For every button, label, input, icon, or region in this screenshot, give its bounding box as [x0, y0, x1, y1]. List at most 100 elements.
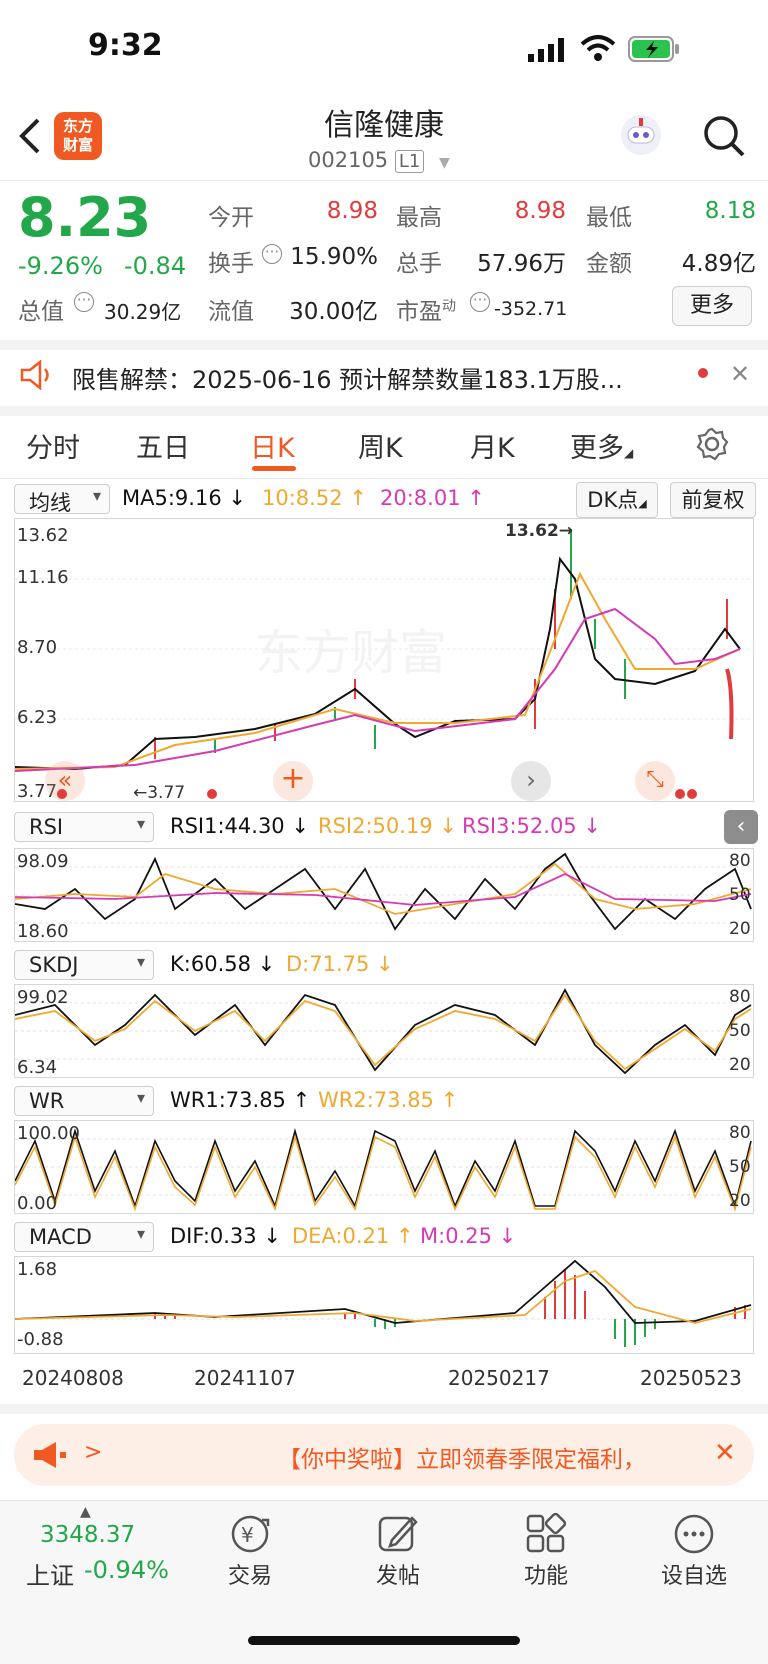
wr-ref-50: 50	[729, 1157, 751, 1177]
volume-label: 总手	[396, 251, 442, 277]
collapse-panel-icon[interactable]: ‹	[724, 810, 758, 844]
adjust-button[interactable]: 前复权	[670, 482, 756, 518]
signal-icon	[528, 38, 568, 66]
stock-code[interactable]: 002105 L1 ▼	[308, 148, 450, 173]
speaker-icon	[18, 359, 54, 394]
search-icon[interactable]	[702, 114, 746, 162]
chevron-right-icon: >	[84, 1440, 103, 1465]
trade-icon[interactable]: ¥	[228, 1512, 272, 1556]
tab-weekly-k[interactable]: 周K	[358, 426, 403, 465]
nav-add-watch[interactable]: 设自选	[644, 1558, 744, 1590]
amount-value: 4.89亿	[681, 251, 756, 277]
skdj-k-value: K:60.58 ↓	[170, 952, 276, 976]
skdj-axis-bottom: 6.34	[17, 1057, 58, 1078]
info-dots-icon[interactable]: ···	[74, 292, 94, 312]
turnover-label: 换手	[208, 251, 254, 277]
skdj-select[interactable]: SKDJ	[14, 950, 154, 980]
nav-trade[interactable]: 交易	[200, 1558, 300, 1590]
tab-timeshare[interactable]: 分时	[26, 426, 80, 465]
tab-daily-k[interactable]: 日K	[250, 426, 295, 465]
settings-gear-icon[interactable]	[694, 426, 730, 466]
low-label: 最低	[586, 205, 632, 231]
caret-up-icon: ▲	[80, 1504, 91, 1520]
ma-select[interactable]: 均线	[14, 484, 110, 515]
date-label: 20241107	[194, 1366, 296, 1390]
rsi-ref-20: 20	[729, 919, 751, 939]
low-value: 8.18	[704, 198, 756, 224]
more-dots-icon[interactable]	[672, 1512, 716, 1556]
wr-ref-80: 80	[729, 1123, 751, 1143]
wr-ref-20: 20	[729, 1191, 751, 1211]
close-icon[interactable]: ✕	[730, 360, 750, 388]
event-dot[interactable]	[675, 789, 685, 799]
svg-text:¥: ¥	[241, 1523, 254, 1547]
level-badge: L1	[394, 150, 425, 173]
caret-down-icon: ▼	[439, 155, 450, 171]
macd-dea-value: DEA:0.21 ↑	[292, 1224, 414, 1248]
main-axis-l2: 11.16	[17, 567, 69, 588]
mktcap-label: 总值	[18, 299, 64, 325]
macd-m-value: M:0.25 ↓	[420, 1224, 517, 1248]
robot-assistant-icon[interactable]	[618, 112, 664, 162]
rsi3-value: RSI3:52.05 ↓	[462, 814, 601, 838]
rsi-ref-80: 80	[729, 851, 751, 871]
rsi-axis-top: 98.09	[17, 851, 69, 872]
functions-icon[interactable]	[524, 1512, 568, 1556]
dk-point-button[interactable]: DK点◢	[576, 482, 658, 518]
index-value[interactable]: 3348.37	[40, 1522, 135, 1548]
rsi-select[interactable]: RSI	[14, 812, 154, 842]
event-dot[interactable]	[687, 789, 697, 799]
rsi1-value: RSI1:44.30 ↓	[170, 814, 309, 838]
open-label: 今开	[208, 205, 254, 231]
index-name[interactable]: 上证	[26, 1556, 74, 1591]
event-dot[interactable]	[207, 789, 217, 799]
peak-marker: 13.62→	[505, 521, 574, 541]
wr2-value: WR2:73.85 ↑	[318, 1088, 459, 1112]
zoom-in-icon[interactable]: +	[273, 761, 313, 801]
caret-icon: ◢	[624, 446, 634, 460]
tab-five-day[interactable]: 五日	[136, 426, 190, 465]
promo-banner[interactable]: > 【你中奖啦】立即领春季限定福利， ✕	[14, 1424, 754, 1486]
battery-icon	[628, 36, 680, 66]
notice-text[interactable]: 限售解禁：2025-06-16 预计解禁数量183.1万股...	[72, 360, 662, 395]
more-button[interactable]: 更多	[672, 286, 752, 326]
banner-close-icon[interactable]: ✕	[714, 1438, 736, 1468]
macd-dif-value: DIF:0.33 ↓	[170, 1224, 281, 1248]
kline-chart[interactable]: 东方财富 13.62 11.16 8.70 6.23 3.77 13.62→ ←…	[14, 518, 754, 803]
watermark: 东方财富	[255, 625, 447, 681]
low-marker: ←3.77	[133, 783, 186, 803]
rsi2-value: RSI2:50.19 ↓	[318, 814, 457, 838]
turnover-value: 15.90%	[290, 244, 378, 270]
index-pct[interactable]: -0.94%	[84, 1556, 169, 1584]
wr-axis-bottom: 0.00	[17, 1193, 58, 1214]
macd-axis-top: 1.68	[17, 1259, 58, 1280]
change-value: -0.84	[124, 252, 187, 280]
nav-post[interactable]: 发帖	[348, 1558, 448, 1590]
wr-select[interactable]: WR	[14, 1086, 154, 1116]
rsi-chart: 98.09 18.60 80 50 20	[14, 848, 754, 942]
tab-more[interactable]: 更多◢	[570, 426, 633, 465]
post-icon[interactable]	[376, 1512, 420, 1556]
macd-chart: 1.68 -0.88	[14, 1256, 754, 1354]
date-label: 20250217	[448, 1366, 550, 1390]
float-value: 30.00亿	[289, 299, 378, 325]
fullscreen-icon[interactable]: ⤡	[635, 761, 675, 801]
status-time: 9:32	[88, 28, 163, 63]
nav-functions[interactable]: 功能	[496, 1558, 596, 1590]
next-icon[interactable]: ›	[511, 761, 551, 801]
unread-dot	[698, 368, 708, 378]
skdj-ref-80: 80	[729, 987, 751, 1007]
banner-text: 【你中奖啦】立即领春季限定福利，	[278, 1447, 646, 1473]
current-price: 8.23	[18, 186, 152, 249]
tab-monthly-k[interactable]: 月K	[470, 426, 515, 465]
wr1-value: WR1:73.85 ↑	[170, 1088, 311, 1112]
info-dots-icon[interactable]: ···	[262, 244, 282, 264]
date-label: 20250523	[640, 1366, 742, 1390]
event-dot[interactable]	[57, 789, 67, 799]
macd-select[interactable]: MACD	[14, 1222, 154, 1252]
wr-chart: 100.00 0.00 80 50 20	[14, 1120, 754, 1214]
skdj-axis-top: 99.02	[17, 987, 69, 1008]
wifi-icon	[580, 34, 616, 66]
info-dots-icon[interactable]: ···	[470, 292, 490, 312]
pe-label: 市盈动	[396, 298, 456, 325]
